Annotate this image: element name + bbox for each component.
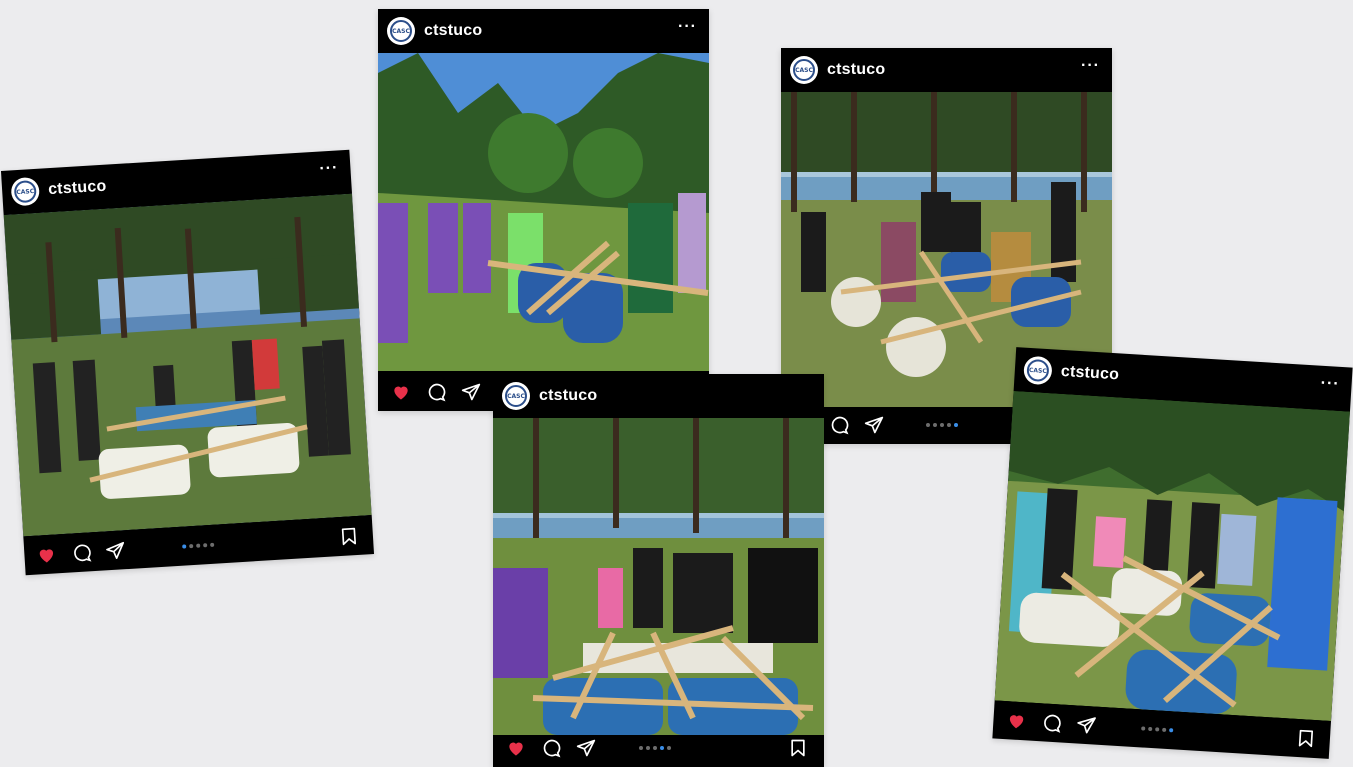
post-header: CASC ctstuco <box>781 48 1112 92</box>
heart-icon[interactable] <box>506 738 526 758</box>
more-icon[interactable]: ··· <box>678 19 697 35</box>
share-icon[interactable] <box>576 738 596 758</box>
comment-icon[interactable] <box>541 738 561 758</box>
carousel-dot <box>1169 728 1174 733</box>
carousel-dot <box>203 543 208 548</box>
carousel-dot <box>947 423 951 427</box>
avatar[interactable]: CASC <box>10 176 41 207</box>
logo-text: CASC <box>13 179 37 204</box>
carousel-indicator <box>926 423 958 427</box>
carousel-dot <box>1162 727 1167 732</box>
post-photo <box>3 193 372 537</box>
username[interactable]: ctstuco <box>424 22 482 40</box>
share-icon[interactable] <box>864 415 884 435</box>
logo-text: CASC <box>793 59 815 81</box>
logo-text: CASC <box>1026 358 1050 383</box>
avatar[interactable]: CASC <box>387 17 415 45</box>
username[interactable]: ctstuco <box>1060 363 1119 385</box>
carousel-dot <box>182 544 187 549</box>
bookmark-icon[interactable] <box>338 526 359 547</box>
share-icon[interactable] <box>105 540 126 561</box>
carousel-indicator <box>1141 726 1174 733</box>
username[interactable]: ctstuco <box>827 61 885 79</box>
heart-icon[interactable] <box>36 544 57 565</box>
comment-icon[interactable] <box>1041 712 1062 733</box>
carousel-dot <box>639 746 643 750</box>
username[interactable]: ctstuco <box>539 387 597 405</box>
instagram-post: CASC ctstuco <box>493 374 824 767</box>
instagram-post: CASC ctstuco ··· <box>0 149 375 576</box>
post-header: CASC ctstuco <box>378 9 709 53</box>
more-icon[interactable]: ··· <box>1320 375 1340 393</box>
post-photo <box>378 53 709 371</box>
carousel-dot <box>667 746 671 750</box>
logo-text: CASC <box>390 20 412 42</box>
carousel-dot <box>1148 726 1153 732</box>
more-icon[interactable]: ··· <box>1081 58 1100 74</box>
carousel-dot <box>933 423 937 427</box>
more-icon[interactable]: ··· <box>319 159 339 177</box>
carousel-dot <box>1155 727 1160 732</box>
instagram-post: CASC ctstuco ··· <box>378 9 709 411</box>
carousel-dot <box>210 542 215 547</box>
post-header: CASC ctstuco <box>493 374 824 418</box>
carousel-dot <box>954 423 958 427</box>
comment-icon[interactable] <box>829 415 849 435</box>
username[interactable]: ctstuco <box>48 178 107 200</box>
carousel-dot <box>926 423 930 427</box>
avatar[interactable]: CASC <box>790 56 818 84</box>
logo-text: CASC <box>505 385 527 407</box>
share-icon[interactable] <box>461 382 481 402</box>
heart-icon[interactable] <box>391 382 411 402</box>
carousel-dot <box>1141 726 1146 731</box>
heart-icon[interactable] <box>1006 710 1027 731</box>
carousel-dot <box>189 543 194 549</box>
comment-icon[interactable] <box>71 542 92 563</box>
carousel-indicator <box>182 542 215 549</box>
share-icon[interactable] <box>1076 714 1097 735</box>
carousel-dot <box>646 746 650 750</box>
bookmark-icon[interactable] <box>1295 728 1316 749</box>
carousel-indicator <box>639 746 671 750</box>
carousel-dot <box>940 423 944 427</box>
avatar[interactable]: CASC <box>502 382 530 410</box>
post-actions <box>493 729 824 767</box>
avatar[interactable]: CASC <box>1023 355 1053 386</box>
bookmark-icon[interactable] <box>788 738 808 758</box>
post-photo <box>994 390 1350 721</box>
comment-icon[interactable] <box>426 382 446 402</box>
carousel-dot <box>653 746 657 750</box>
instagram-post: CASC ctstuco ··· <box>992 347 1353 759</box>
carousel-dot <box>660 746 664 750</box>
post-photo <box>493 418 824 735</box>
carousel-dot <box>196 543 201 548</box>
